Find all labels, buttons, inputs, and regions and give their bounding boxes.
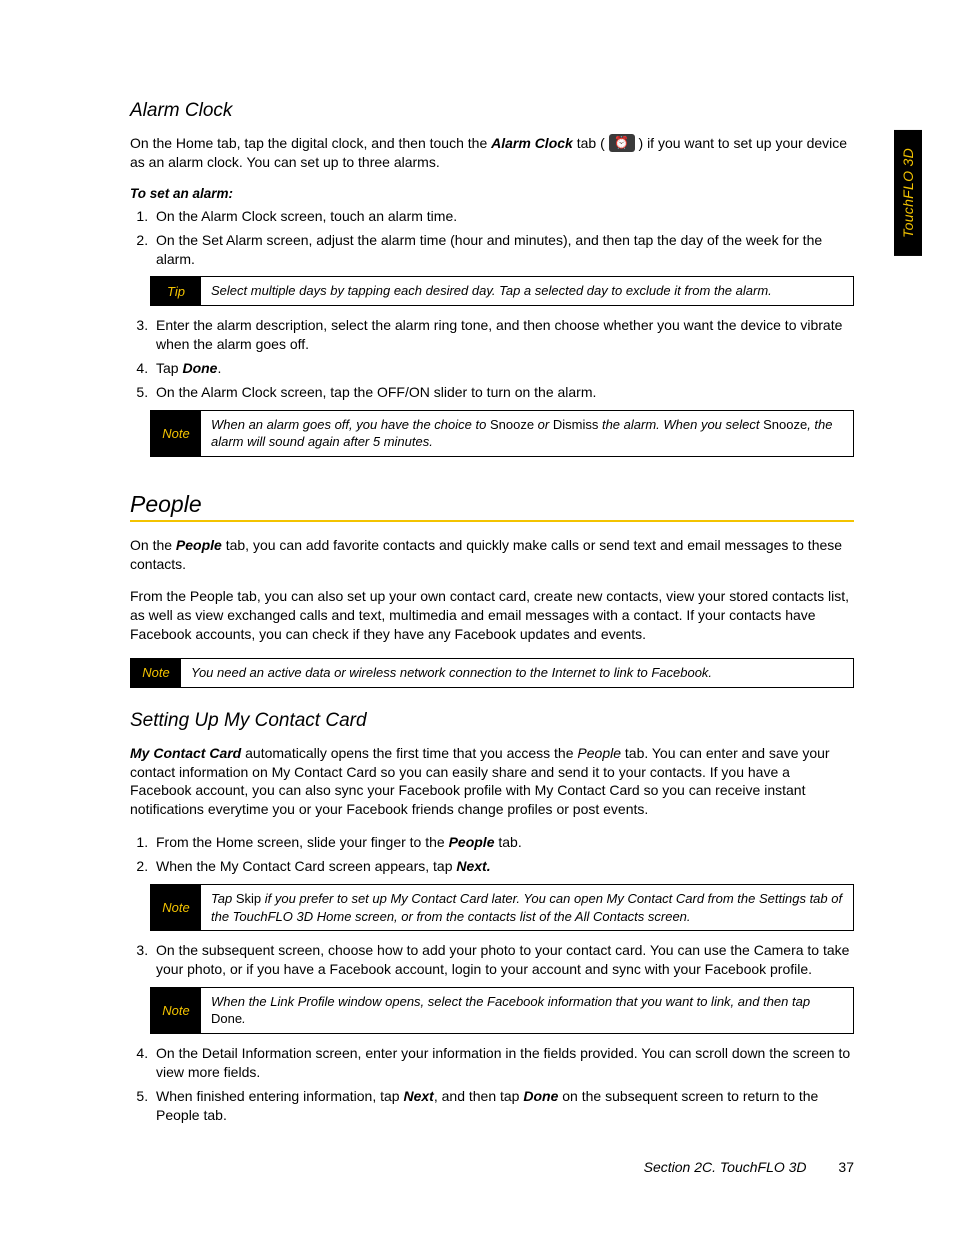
heading-people: People	[130, 491, 854, 518]
tip-callout: Tip Select multiple days by tapping each…	[150, 276, 854, 306]
heading-contact-card: Setting Up My Contact Card	[130, 710, 854, 732]
text: , and then tap	[434, 1088, 524, 1104]
text-bold: Next.	[456, 858, 490, 874]
alarm-clock-icon	[609, 134, 635, 152]
tip-label: Tip	[151, 277, 201, 305]
page: TouchFLO 3D Alarm Clock On the Home tab,…	[0, 0, 954, 1235]
text-bold: Alarm Clock	[491, 135, 573, 151]
text: tab (	[573, 135, 609, 151]
note-text: You need an active data or wireless netw…	[181, 659, 853, 687]
text: Tap	[211, 891, 236, 906]
note-callout-people: Note You need an active data or wireless…	[130, 658, 854, 688]
contact-steps-1: From the Home screen, slide your finger …	[130, 833, 854, 876]
list-item: On the Alarm Clock screen, tap the OFF/O…	[152, 383, 854, 402]
note-label: Note	[131, 659, 181, 687]
page-number: 37	[838, 1159, 854, 1175]
alarm-proc-intro: To set an alarm:	[130, 186, 854, 201]
text: When the My Contact Card screen appears,…	[156, 858, 456, 874]
list-item: Enter the alarm description, select the …	[152, 316, 854, 354]
text: On the Home tab, tap the digital clock, …	[130, 135, 491, 151]
text-bold: People	[176, 537, 222, 553]
alarm-intro: On the Home tab, tap the digital clock, …	[130, 134, 854, 172]
text-roman: Done	[211, 1011, 242, 1026]
text: When the Link Profile window opens, sele…	[211, 994, 810, 1009]
text-roman: Snooze	[763, 417, 807, 432]
side-tab: TouchFLO 3D	[894, 130, 922, 256]
list-item: On the subsequent screen, choose how to …	[152, 941, 854, 979]
note-callout-alarm: Note When an alarm goes off, you have th…	[150, 410, 854, 457]
contact-steps-2: On the subsequent screen, choose how to …	[130, 941, 854, 979]
text: tab, you can add favorite contacts and q…	[130, 537, 842, 572]
text: When finished entering information, tap	[156, 1088, 403, 1104]
people-p2: From the People tab, you can also set up…	[130, 587, 854, 644]
text-italic: People	[577, 745, 621, 761]
list-item: When the My Contact Card screen appears,…	[152, 857, 854, 876]
contact-steps-3: On the Detail Information screen, enter …	[130, 1044, 854, 1125]
alarm-steps-2: Enter the alarm description, select the …	[130, 316, 854, 402]
text: When an alarm goes off, you have the cho…	[211, 417, 490, 432]
note-text: When the Link Profile window opens, sele…	[201, 988, 853, 1033]
footer-section: Section 2C. TouchFLO 3D	[644, 1159, 807, 1175]
heading-alarm-clock: Alarm Clock	[130, 100, 854, 122]
text: or	[534, 417, 553, 432]
contact-card-p1: My Contact Card automatically opens the …	[130, 744, 854, 820]
tip-text: Select multiple days by tapping each des…	[201, 277, 853, 305]
text-roman: Snooze	[490, 417, 534, 432]
list-item: Tap Done.	[152, 359, 854, 378]
text-roman: Dismiss	[553, 417, 599, 432]
text: tab.	[494, 834, 521, 850]
text: From the Home screen, slide your finger …	[156, 834, 449, 850]
text: .	[217, 360, 221, 376]
note-label: Note	[151, 411, 201, 456]
note-label: Note	[151, 885, 201, 930]
text: On the	[130, 537, 176, 553]
text: Tap	[156, 360, 182, 376]
text: .	[242, 1011, 246, 1026]
text-roman: Skip	[236, 891, 261, 906]
note-text: Tap Skip if you prefer to set up My Cont…	[201, 885, 853, 930]
text-bold: My Contact Card	[130, 745, 241, 761]
text: if you prefer to set up My Contact Card …	[211, 891, 842, 924]
text-bold: Done	[523, 1088, 558, 1104]
text-bold: Done	[182, 360, 217, 376]
list-item: On the Set Alarm screen, adjust the alar…	[152, 231, 854, 269]
text-bold: People	[449, 834, 495, 850]
list-item: On the Detail Information screen, enter …	[152, 1044, 854, 1082]
list-item: On the Alarm Clock screen, touch an alar…	[152, 207, 854, 226]
text: the alarm. When you select	[598, 417, 763, 432]
text: automatically opens the first time that …	[241, 745, 577, 761]
list-item: From the Home screen, slide your finger …	[152, 833, 854, 852]
note-callout-contact-2: Note When the Link Profile window opens,…	[150, 987, 854, 1034]
note-callout-contact-1: Note Tap Skip if you prefer to set up My…	[150, 884, 854, 931]
text-bold: Next	[403, 1088, 433, 1104]
alarm-steps-1: On the Alarm Clock screen, touch an alar…	[130, 207, 854, 269]
people-p1: On the People tab, you can add favorite …	[130, 536, 854, 574]
note-label: Note	[151, 988, 201, 1033]
section-rule	[130, 520, 854, 522]
note-text: When an alarm goes off, you have the cho…	[201, 411, 853, 456]
page-footer: Section 2C. TouchFLO 3D 37	[644, 1159, 854, 1175]
list-item: When finished entering information, tap …	[152, 1087, 854, 1125]
